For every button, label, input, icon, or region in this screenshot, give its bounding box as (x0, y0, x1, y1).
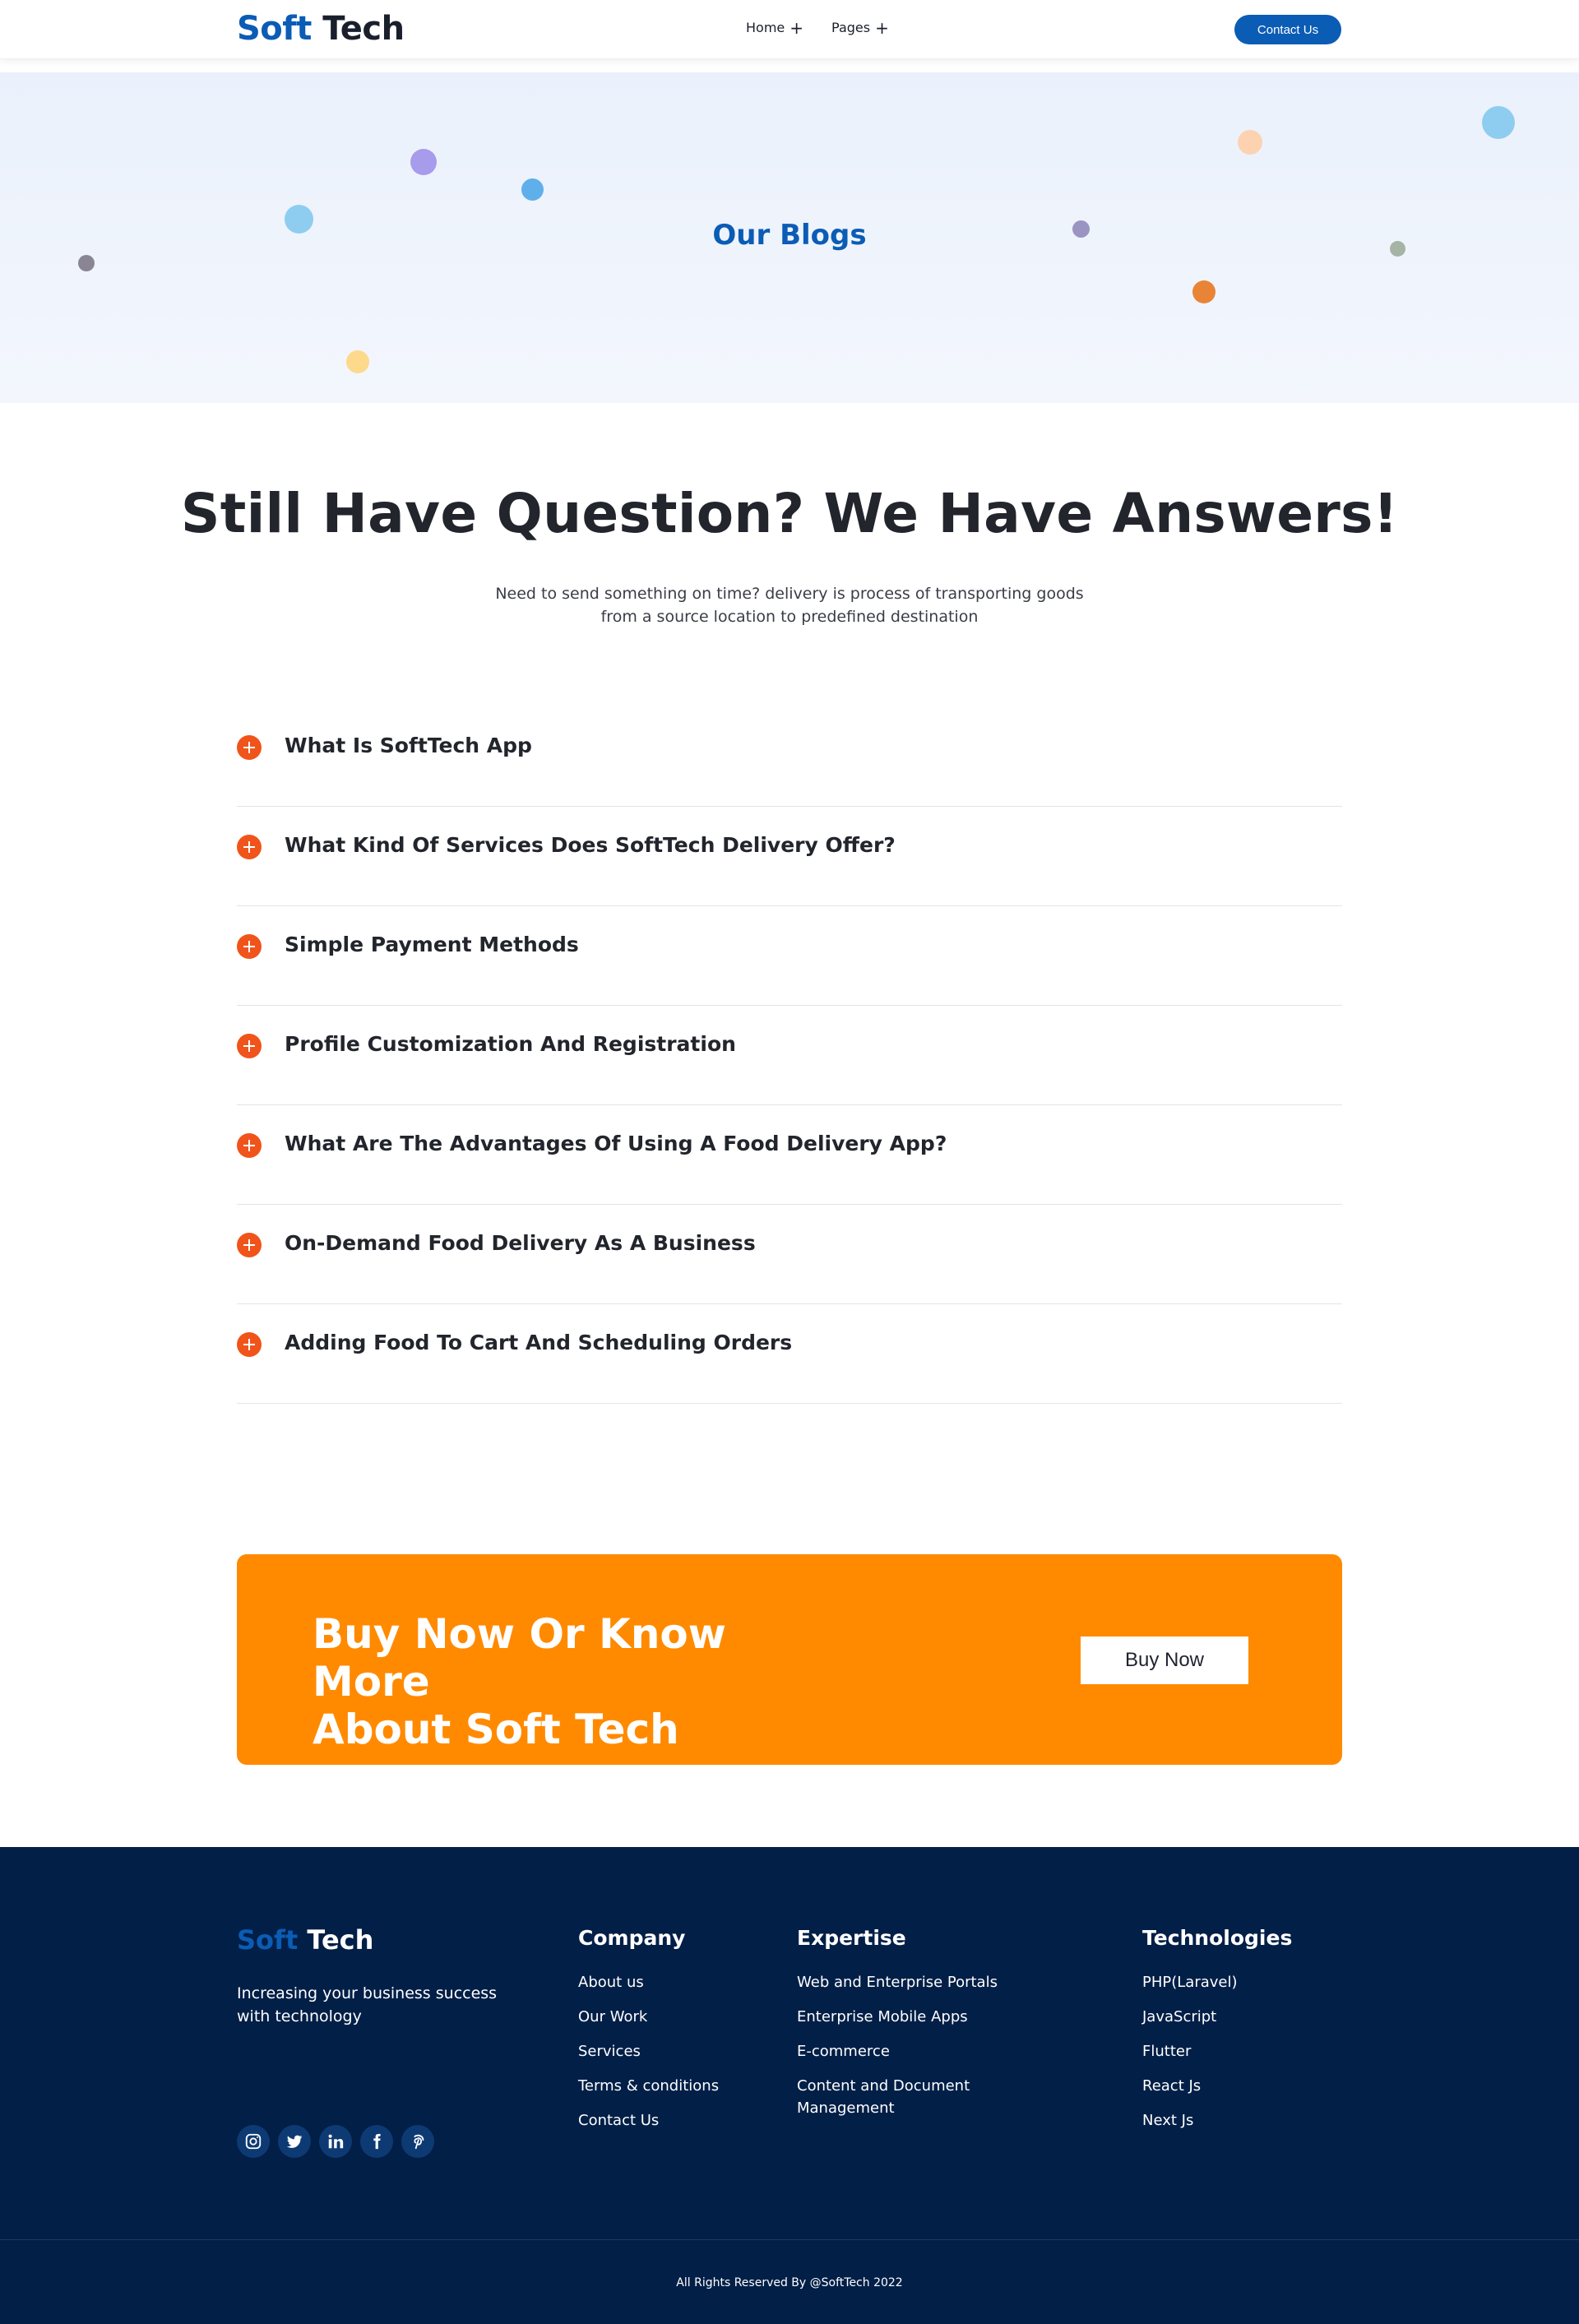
footer-link[interactable]: JavaScript (1142, 2006, 1292, 2028)
footer-link[interactable]: Contact Us (578, 2109, 719, 2132)
footer-link[interactable]: Content and Document Management (797, 2075, 1003, 2119)
faq-accordion: What Is SoftTech App What Kind Of Servic… (237, 707, 1342, 1404)
footer-divider (0, 2239, 1579, 2240)
site-footer: Soft Tech Increasing your business succe… (0, 1847, 1579, 2324)
facebook-icon[interactable] (360, 2125, 393, 2158)
decorative-dot (78, 255, 95, 271)
faq-item[interactable]: What Are The Advantages Of Using A Food … (237, 1105, 1342, 1205)
faq-question: Simple Payment Methods (285, 933, 579, 956)
cta-title-line1: Buy Now Or Know More (313, 1610, 726, 1706)
footer-col-title: Expertise (797, 1926, 906, 1950)
footer-link[interactable]: Next Js (1142, 2109, 1292, 2132)
footer-link[interactable]: About us (578, 1971, 719, 1993)
faq-heading: Still Have Question? We Have Answers! (180, 482, 1399, 545)
plus-circle-icon[interactable] (237, 735, 262, 760)
plus-circle-icon[interactable] (237, 1133, 262, 1158)
footer-link[interactable]: Flutter (1142, 2040, 1292, 2062)
footer-link[interactable]: Web and Enterprise Portals (797, 1971, 1003, 1993)
decorative-dot (1238, 130, 1262, 155)
footer-col-title: Technologies (1142, 1926, 1293, 1950)
decorative-dot (410, 149, 437, 175)
footer-logo[interactable]: Soft Tech (237, 1924, 373, 1956)
copyright-text: All Rights Reserved By @SoftTech 2022 (676, 2276, 903, 2289)
instagram-icon[interactable] (237, 2125, 270, 2158)
faq-item[interactable]: Profile Customization And Registration (237, 1006, 1342, 1105)
faq-question: What Is SoftTech App (285, 734, 532, 757)
main-nav: Home + Pages + (746, 17, 889, 38)
faq-subtitle: Need to send something on time? delivery… (461, 582, 1118, 628)
faq-item[interactable]: On-Demand Food Delivery As A Business (237, 1205, 1342, 1304)
faq-item[interactable]: Simple Payment Methods (237, 906, 1342, 1006)
plus-icon: + (875, 17, 889, 38)
faq-item[interactable]: Adding Food To Cart And Scheduling Order… (237, 1304, 1342, 1404)
nav-pages[interactable]: Pages + (831, 17, 889, 38)
logo-tech: Tech (322, 10, 405, 48)
twitter-icon[interactable] (278, 2125, 311, 2158)
pinterest-icon[interactable] (401, 2125, 434, 2158)
contact-us-button[interactable]: Contact Us (1234, 15, 1341, 44)
linkedin-icon[interactable] (319, 2125, 352, 2158)
footer-link[interactable]: Our Work (578, 2006, 719, 2028)
footer-link[interactable]: Services (578, 2040, 719, 2062)
page-title: Our Blogs (712, 219, 867, 252)
plus-circle-icon[interactable] (237, 835, 262, 859)
logo-soft: Soft (237, 10, 312, 48)
footer-col-technologies: Technologies PHP(Laravel) JavaScript Flu… (1142, 1926, 1292, 2144)
footer-col-expertise: Expertise Web and Enterprise Portals Ent… (797, 1926, 1003, 2132)
plus-circle-icon[interactable] (237, 1233, 262, 1257)
footer-tagline: Increasing your business success with te… (237, 1984, 498, 2025)
cta-title: Buy Now Or Know More About Soft Tech (313, 1610, 822, 1753)
nav-home[interactable]: Home + (746, 17, 804, 38)
plus-circle-icon[interactable] (237, 1034, 262, 1058)
cta-title-line2: About Soft Tech (313, 1706, 679, 1753)
faq-question: What Are The Advantages Of Using A Food … (285, 1132, 947, 1155)
faq-question: What Kind Of Services Does SoftTech Deli… (285, 833, 896, 857)
footer-logo-tech: Tech (307, 1924, 374, 1956)
faq-subtitle-line1: Need to send something on time? delivery… (495, 585, 1084, 603)
nav-pages-label: Pages (831, 20, 871, 35)
hero-banner: Our Blogs (0, 72, 1579, 403)
footer-logo-soft: Soft (237, 1924, 299, 1956)
site-header: Soft Tech Home + Pages + Contact Us (0, 0, 1579, 59)
footer-col-title: Company (578, 1926, 686, 1950)
footer-col-company: Company About us Our Work Services Terms… (578, 1926, 719, 2144)
footer-link[interactable]: PHP(Laravel) (1142, 1971, 1292, 1993)
faq-question: On-Demand Food Delivery As A Business (285, 1231, 756, 1255)
footer-link[interactable]: Enterprise Mobile Apps (797, 2006, 1003, 2028)
cta-banner: Buy Now Or Know More About Soft Tech Buy… (237, 1554, 1342, 1765)
social-links (237, 2125, 434, 2158)
plus-icon: + (790, 17, 804, 38)
faq-question: Adding Food To Cart And Scheduling Order… (285, 1331, 793, 1354)
buy-now-button[interactable]: Buy Now (1081, 1637, 1248, 1684)
faq-subtitle-line2: from a source location to predefined des… (600, 608, 979, 626)
faq-item[interactable]: What Is SoftTech App (237, 707, 1342, 807)
footer-link[interactable]: React Js (1142, 2075, 1292, 2097)
footer-link[interactable]: E-commerce (797, 2040, 1003, 2062)
faq-item[interactable]: What Kind Of Services Does SoftTech Deli… (237, 807, 1342, 906)
plus-circle-icon[interactable] (237, 1332, 262, 1357)
decorative-dot (1192, 280, 1216, 303)
decorative-dot (346, 350, 369, 373)
decorative-dot (1482, 106, 1515, 139)
nav-home-label: Home (746, 20, 785, 35)
decorative-dot (521, 178, 544, 201)
site-logo[interactable]: Soft Tech (237, 10, 405, 48)
footer-link[interactable]: Terms & conditions (578, 2075, 719, 2097)
plus-circle-icon[interactable] (237, 934, 262, 959)
faq-question: Profile Customization And Registration (285, 1032, 736, 1056)
